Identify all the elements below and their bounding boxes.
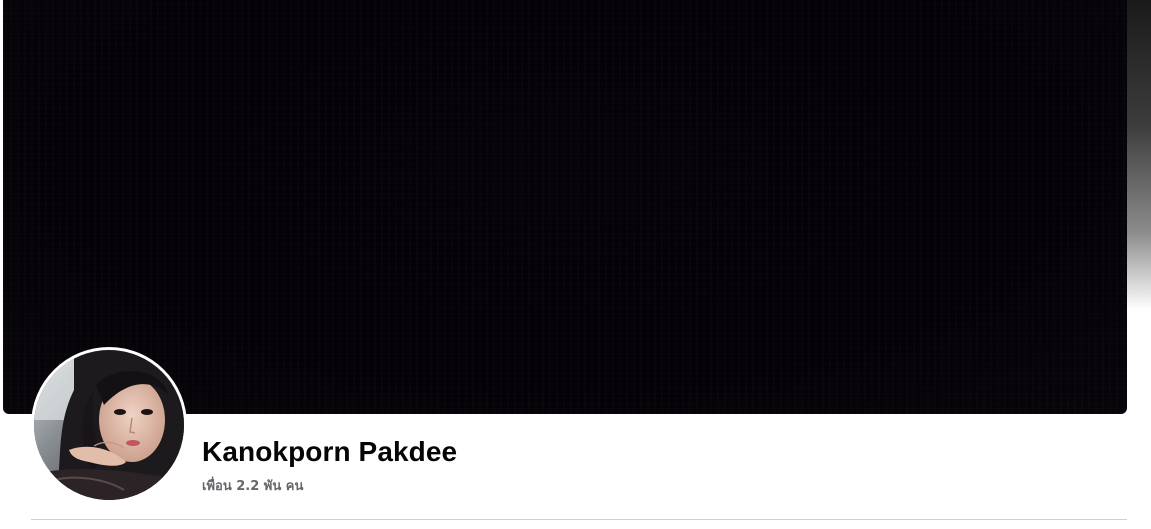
friends-count[interactable]: เพื่อน 2.2 พัน คน [202,475,303,496]
profile-picture-ring[interactable] [31,347,187,503]
profile-name[interactable]: Kanokporn Pakdee [202,436,457,468]
cover-photo[interactable] [3,0,1127,414]
scroll-edge-fade [1127,0,1151,310]
profile-picture-image [34,350,184,500]
profile-page: Kanokporn Pakdee เพื่อน 2.2 พัน คน [0,0,1151,529]
cover-texture [3,0,1127,414]
profile-header-divider [31,519,1127,520]
profile-picture[interactable] [34,350,184,500]
